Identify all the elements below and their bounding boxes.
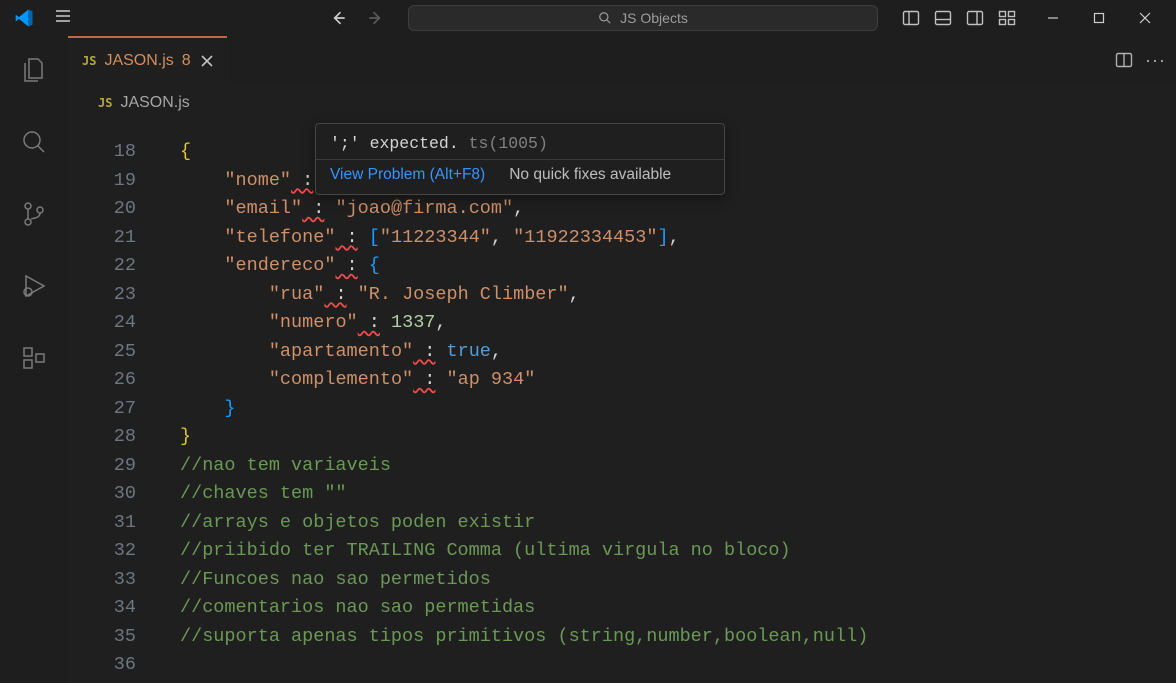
view-problem-link[interactable]: View Problem (Alt+F8) xyxy=(330,166,485,184)
nav-forward-icon[interactable] xyxy=(366,8,386,28)
tab-filename: JASON.js xyxy=(104,52,173,70)
hamburger-icon xyxy=(54,7,72,25)
files-icon xyxy=(20,56,48,84)
more-actions-icon[interactable]: ··· xyxy=(1145,50,1166,71)
toggle-primary-sidebar-icon[interactable] xyxy=(902,9,920,27)
nav-back-icon[interactable] xyxy=(328,8,348,28)
customize-layout-icon[interactable] xyxy=(998,9,1016,27)
run-debug-activity[interactable] xyxy=(10,262,58,310)
search-activity[interactable] xyxy=(10,118,58,166)
toggle-secondary-sidebar-icon[interactable] xyxy=(966,9,984,27)
menu-button[interactable] xyxy=(48,1,78,36)
command-center[interactable]: JS Objects xyxy=(408,5,878,31)
tab-row-actions: ··· xyxy=(1115,50,1166,71)
window-close-button[interactable] xyxy=(1122,0,1168,36)
extensions-activity[interactable] xyxy=(10,334,58,382)
tab-problem-count: 8 xyxy=(182,52,191,70)
breadcrumb-filename: JASON.js xyxy=(120,94,189,112)
editor-tabs: JS JASON.js 8 ··· xyxy=(68,36,1176,84)
window-controls xyxy=(1030,0,1168,36)
code-editor[interactable]: 18 19 20 21 22 23 24 25 26 27 28 29 30 3… xyxy=(68,122,1176,683)
git-branch-icon xyxy=(20,200,48,228)
source-control-activity[interactable] xyxy=(10,190,58,238)
line-number-gutter: 18 19 20 21 22 23 24 25 26 27 28 29 30 3… xyxy=(68,122,164,683)
layout-controls xyxy=(902,9,1016,27)
js-file-icon: JS xyxy=(82,54,96,68)
extensions-icon xyxy=(20,344,48,372)
js-file-icon: JS xyxy=(98,96,112,110)
no-quick-fixes-label: No quick fixes available xyxy=(509,166,671,184)
close-icon[interactable] xyxy=(199,53,215,69)
explorer-activity[interactable] xyxy=(10,46,58,94)
tab-jason-js[interactable]: JS JASON.js 8 xyxy=(68,36,227,84)
toggle-panel-icon[interactable] xyxy=(934,9,952,27)
window-maximize-button[interactable] xyxy=(1076,0,1122,36)
activity-bar xyxy=(0,36,68,683)
hover-message: ';' expected. ts(1005) xyxy=(316,124,724,159)
titlebar: JS Objects xyxy=(0,0,1176,36)
window-minimize-button[interactable] xyxy=(1030,0,1076,36)
split-editor-icon[interactable] xyxy=(1115,51,1133,69)
vscode-logo-icon xyxy=(14,8,34,28)
problem-hover-widget: ';' expected. ts(1005) View Problem (Alt… xyxy=(315,123,725,195)
code-content[interactable]: { "nome" : "email" : "joao@firma.com", "… xyxy=(164,122,1176,683)
search-icon xyxy=(20,128,48,156)
search-icon xyxy=(598,11,612,25)
breadcrumbs[interactable]: JS JASON.js xyxy=(68,84,1176,122)
nav-arrows xyxy=(328,8,386,28)
debug-icon xyxy=(20,272,48,300)
command-center-label: JS Objects xyxy=(620,10,688,26)
